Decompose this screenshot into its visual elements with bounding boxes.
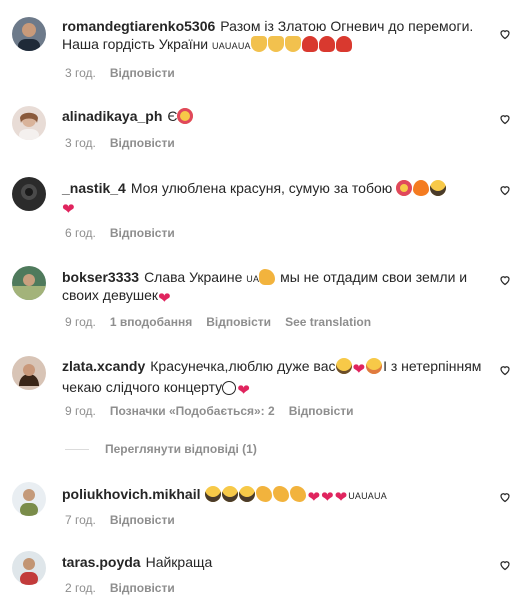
comment-body: bokser3333 Слава Украине UA мы не отдадим… <box>62 268 482 307</box>
comment-time[interactable]: 9 год. <box>65 315 96 329</box>
comment-time[interactable]: 3 год. <box>65 136 96 150</box>
reply-button[interactable]: Відповісти <box>110 581 175 595</box>
flag-text: UAUAUA <box>212 41 251 51</box>
comment-text: Найкраща <box>145 554 213 570</box>
clap-emoji <box>290 486 307 502</box>
clap-emoji <box>273 486 290 502</box>
heart-emoji: ❤ <box>237 382 250 399</box>
comment-username[interactable]: zlata.xcandy <box>62 358 145 374</box>
like-heart-icon[interactable] <box>499 28 511 40</box>
comment-text: Моя улюблена красуня, сумую за тобою <box>130 180 393 196</box>
comment-username[interactable]: romandegtiarenko5306 <box>62 18 215 34</box>
comment-meta: 9 год. Позначки «Подобається»: 2 Відповіст… <box>65 404 368 418</box>
likes-count[interactable]: 1 вподобання <box>110 315 192 329</box>
clap-emoji <box>256 486 273 502</box>
comment-username[interactable]: poliukhovich.mikhail <box>62 486 200 502</box>
comment-text: Є <box>167 108 178 124</box>
avatar[interactable] <box>12 356 46 390</box>
like-heart-icon[interactable] <box>499 184 511 196</box>
comment-body: zlata.xcandy Красунечка,люблю дуже вас ❤ І … <box>62 357 482 399</box>
comment-body: romandegtiarenko5306 Разом із Златою Огне… <box>62 17 482 53</box>
muscle-emoji <box>259 269 276 285</box>
like-heart-icon[interactable] <box>499 113 511 125</box>
fire-emoji <box>413 180 430 196</box>
flag-text: UA <box>246 274 260 284</box>
smile-emoji <box>222 381 237 395</box>
comment-username[interactable]: alinadikaya_ph <box>62 108 162 124</box>
comment-text: Красунечка,люблю дуже вас <box>150 358 336 374</box>
avatar[interactable] <box>12 551 46 585</box>
flag-text: UAUAUA <box>348 491 387 501</box>
hug-emoji <box>366 358 383 374</box>
comment-text: Слава Украине <box>144 269 243 285</box>
reply-button[interactable]: Відповісти <box>110 66 175 80</box>
view-replies-button[interactable]: Переглянути відповіді (1) <box>65 442 257 456</box>
reply-button[interactable]: Відповісти <box>110 226 175 240</box>
heart-emoji: ❤ <box>352 361 366 378</box>
comment-meta: 9 год. 1 вподобання Відповісти See translat… <box>65 315 385 329</box>
star-eyes-emoji <box>177 108 194 124</box>
comment-time[interactable]: 9 год. <box>65 404 96 418</box>
heart-emoji: ❤ <box>158 290 171 307</box>
replies-divider <box>65 449 89 451</box>
reply-button[interactable]: Відповісти <box>110 513 175 527</box>
reply-button[interactable]: Відповісти <box>206 315 271 329</box>
comment-time[interactable]: 7 год. <box>65 513 96 527</box>
comment-meta: 2 год. Відповісти <box>65 581 189 595</box>
scream-emoji <box>205 486 222 502</box>
view-replies-label[interactable]: Переглянути відповіді (1) <box>105 442 257 456</box>
comment-time[interactable]: 3 год. <box>65 66 96 80</box>
like-heart-icon[interactable] <box>499 559 511 571</box>
avatar[interactable] <box>12 482 46 516</box>
avatar[interactable] <box>12 266 46 300</box>
avatar[interactable] <box>12 106 46 140</box>
comment-username[interactable]: taras.poyda <box>62 554 141 570</box>
scream-emoji <box>222 486 239 502</box>
rose-emoji <box>301 36 318 52</box>
heart-eyes-emoji <box>396 180 413 196</box>
comment-time[interactable]: 2 год. <box>65 581 96 595</box>
like-heart-icon[interactable] <box>499 364 511 376</box>
pray-emoji <box>250 36 267 52</box>
comment-body: _nastik_4 Моя улюблена красуня, сумую за … <box>62 179 482 218</box>
heart-emoji: ❤ <box>62 201 75 218</box>
comment-username[interactable]: bokser3333 <box>62 269 139 285</box>
avatar[interactable] <box>12 17 46 51</box>
comment-meta: 3 год. Відповісти <box>65 136 189 150</box>
see-translation-button[interactable]: See translation <box>285 315 371 329</box>
like-heart-icon[interactable] <box>499 491 511 503</box>
comment-meta: 7 год. Відповісти <box>65 513 189 527</box>
rose-emoji <box>335 36 352 52</box>
comment-body: poliukhovich.mikhail ❤❤❤UAUAUA <box>62 485 482 506</box>
comment-meta: 3 год. Відповісти <box>65 66 189 80</box>
sad-emoji <box>335 358 352 374</box>
heart-emoji: ❤ <box>334 489 348 506</box>
comments-feed: romandegtiarenko5306 Разом із Златою Огне… <box>0 0 523 600</box>
comment-body: alinadikaya_ph Є <box>62 107 482 125</box>
like-heart-icon[interactable] <box>499 274 511 286</box>
reply-button[interactable]: Відповісти <box>110 136 175 150</box>
comment-meta: 6 год. Відповісти <box>65 226 189 240</box>
scream-emoji <box>430 180 447 196</box>
comment-body: taras.poyda Найкраща <box>62 553 482 571</box>
likes-count[interactable]: Позначки «Подобається»: 2 <box>110 404 275 418</box>
pray-emoji <box>267 36 284 52</box>
avatar[interactable] <box>12 177 46 211</box>
comment-time[interactable]: 6 год. <box>65 226 96 240</box>
reply-button[interactable]: Відповісти <box>289 404 354 418</box>
heart-emoji: ❤ <box>307 489 321 506</box>
scream-emoji <box>239 486 256 502</box>
heart-emoji: ❤ <box>321 489 334 506</box>
rose-emoji <box>318 36 335 52</box>
comment-username[interactable]: _nastik_4 <box>62 180 126 196</box>
pray-emoji <box>284 36 301 52</box>
